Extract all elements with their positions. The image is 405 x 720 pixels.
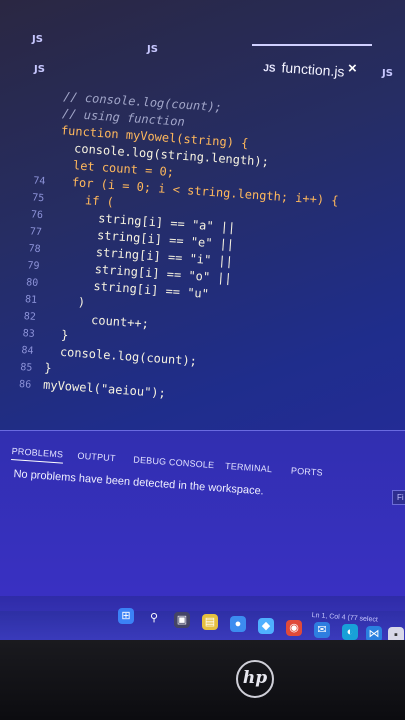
filter-input[interactable]: Fi	[392, 490, 405, 505]
store-icon[interactable]: ◆	[258, 618, 274, 634]
line-number	[28, 115, 50, 117]
tab-js-4[interactable]: JS	[382, 68, 393, 79]
hp-logo: hp	[236, 660, 274, 698]
chat-icon[interactable]: ●	[230, 616, 246, 632]
widgets-icon[interactable]: ▤	[202, 614, 218, 630]
code-text: if (	[55, 191, 115, 210]
code-text: )	[48, 292, 86, 310]
chrome-icon[interactable]: ◉	[286, 620, 302, 636]
line-number	[27, 132, 49, 134]
close-icon[interactable]: ×	[348, 60, 357, 77]
app-icon[interactable]: ▪	[388, 627, 404, 640]
laptop-bezel	[0, 640, 405, 720]
laptop-screen: JS JS JS JS function.js × JS // console.l…	[0, 0, 405, 640]
tab-js-1[interactable]: JS	[32, 34, 43, 45]
windows-icon[interactable]: ⊞	[118, 608, 134, 624]
mail-icon[interactable]: ✉	[314, 622, 330, 638]
active-tab-indicator	[252, 44, 372, 46]
tab-js-3[interactable]: JS	[34, 64, 45, 75]
line-number	[24, 166, 46, 168]
line-number: 86	[18, 378, 32, 391]
file-explorer-icon[interactable]: ▣	[174, 612, 190, 628]
line-number	[26, 149, 48, 151]
code-text: }	[43, 360, 53, 376]
js-file-icon: JS	[262, 62, 276, 75]
edge-icon[interactable]: ◐	[342, 624, 358, 640]
tab-js-2[interactable]: JS	[147, 44, 158, 55]
search-icon[interactable]: ⚲	[146, 610, 162, 626]
tab-ports[interactable]: PORTS	[291, 466, 323, 478]
tab-function-js[interactable]: JS function.js	[262, 58, 346, 80]
code-text: }	[46, 326, 69, 343]
vscode-icon[interactable]: ⋈	[366, 626, 382, 640]
line-number	[29, 98, 51, 100]
code-editor[interactable]: // console.log(count);// using function f…	[9, 86, 389, 416]
tab-filename-label: function.js	[281, 59, 346, 80]
